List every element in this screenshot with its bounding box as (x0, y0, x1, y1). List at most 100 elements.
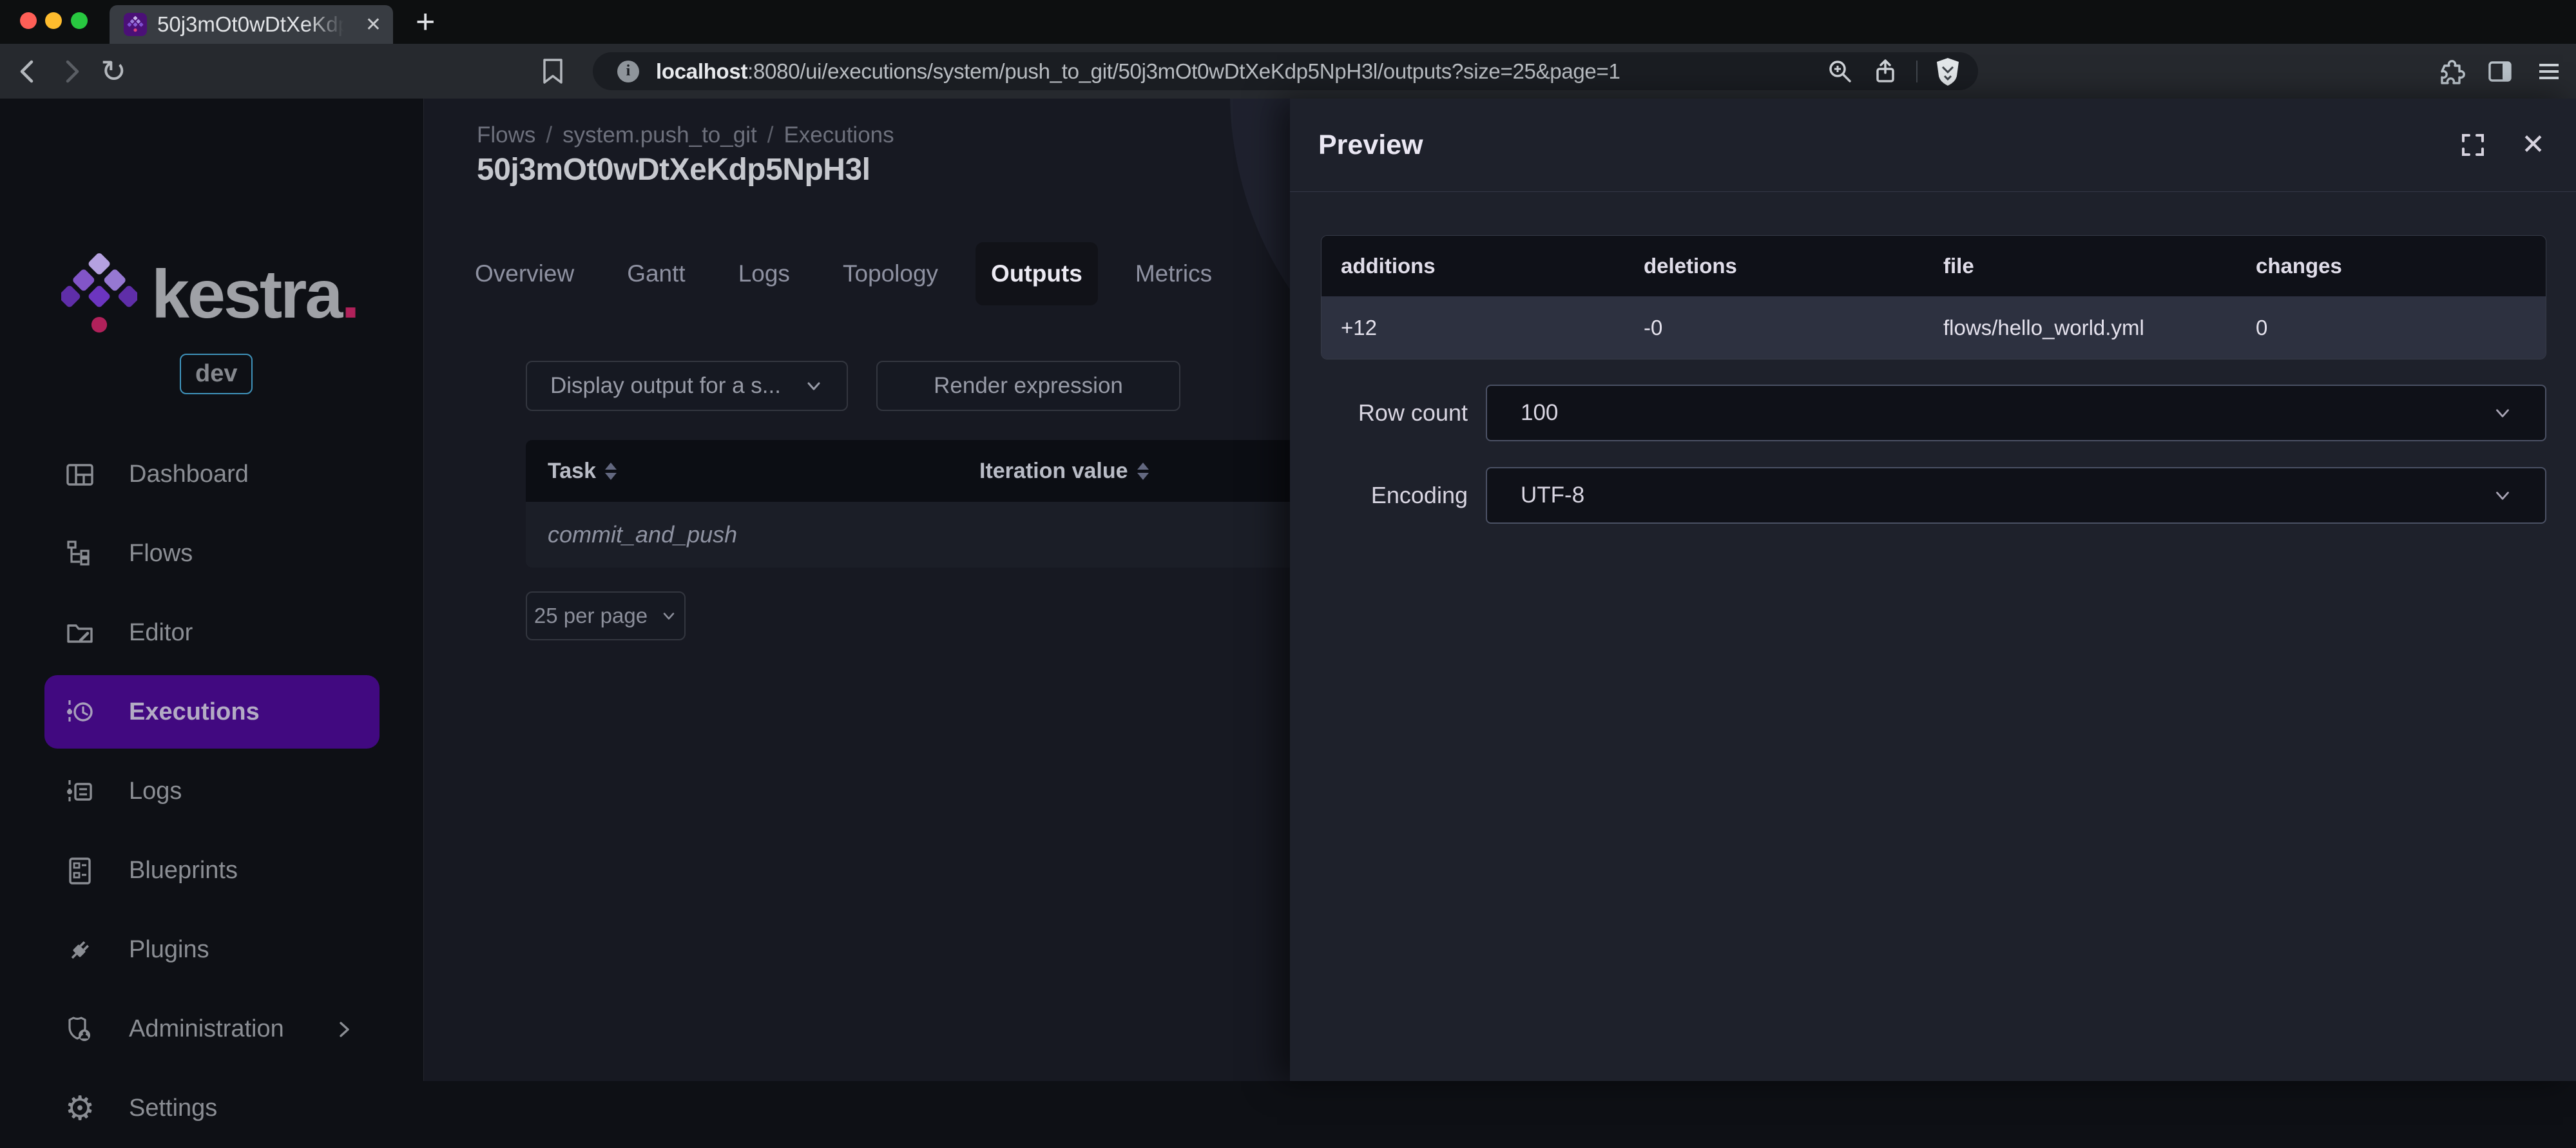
file-tree-icon (63, 537, 97, 571)
sidebar: kestra. dev Dashboard Flows Editor (0, 99, 424, 1081)
brave-shield-icon[interactable] (1934, 57, 1961, 86)
tab-topology[interactable]: Topology (827, 242, 954, 305)
chevron-down-icon (2492, 485, 2513, 506)
browser-tab[interactable]: 50j3mOt0wDtXeKdp5NpH3l | ✕ (110, 5, 393, 44)
column-header-changes: changes (2236, 254, 2546, 278)
url-bar[interactable]: i localhost:8080/ui/executions/system/pu… (593, 52, 1978, 90)
tab-gantt[interactable]: Gantt (611, 242, 701, 305)
row-count-select[interactable]: 100 (1486, 385, 2546, 441)
browser-tab-strip: 50j3mOt0wDtXeKdp5NpH3l | ✕ + (0, 0, 2576, 44)
sidebar-item-label: Plugins (129, 936, 209, 964)
tab-overview[interactable]: Overview (459, 242, 590, 305)
sidebar-item-label: Administration (129, 1015, 284, 1043)
changes-cell: 0 (2236, 316, 2546, 340)
render-expression-label: Render expression (934, 373, 1123, 399)
encoding-value: UTF-8 (1521, 483, 1584, 508)
preview-table: additions deletions file changes +12 -0 … (1321, 235, 2546, 359)
sidebar-item-flows[interactable]: Flows (44, 514, 380, 593)
sidebar-panel-icon[interactable] (2486, 57, 2514, 86)
bookmark-icon[interactable] (533, 44, 572, 99)
window-close-button[interactable] (20, 12, 37, 29)
sidebar-item-label: Executions (129, 698, 260, 726)
breadcrumb-executions[interactable]: Executions (783, 122, 894, 148)
sort-icon[interactable] (605, 463, 617, 480)
environment-badge: dev (180, 354, 253, 394)
window-fullscreen-button[interactable] (71, 12, 88, 29)
deletions-cell: -0 (1624, 316, 1924, 340)
timeline-text-icon (63, 775, 97, 808)
sidebar-item-blueprints[interactable]: Blueprints (44, 831, 380, 910)
preview-table-header: additions deletions file changes (1322, 236, 2546, 296)
breadcrumb-separator: / (767, 122, 774, 148)
render-expression-button[interactable]: Render expression (876, 361, 1180, 411)
preview-title: Preview (1318, 129, 1423, 161)
preview-header: Preview ✕ (1290, 99, 2576, 192)
forward-icon[interactable] (52, 44, 90, 99)
site-info-icon[interactable]: i (617, 61, 639, 82)
fullscreen-icon[interactable] (2458, 130, 2488, 160)
task-cell[interactable]: commit_and_push (548, 521, 737, 548)
breadcrumb: Flows / system.push_to_git / Executions (477, 122, 894, 148)
folder-edit-icon (63, 617, 97, 650)
logo-dot: . (341, 256, 358, 332)
encoding-select[interactable]: UTF-8 (1486, 467, 2546, 524)
extensions-puzzle-icon[interactable] (2436, 57, 2465, 86)
column-header-task[interactable]: Task (548, 459, 979, 484)
power-plug-icon (63, 933, 97, 967)
window-minimize-button[interactable] (45, 12, 62, 29)
url-text: localhost:8080/ui/executions/system/push… (656, 59, 1620, 84)
sidebar-item-executions[interactable]: Executions (44, 675, 380, 749)
file-cell: flows/hello_world.yml (1924, 316, 2236, 340)
tab-outputs[interactable]: Outputs (976, 242, 1098, 305)
sidebar-item-label: Settings (129, 1095, 217, 1122)
close-icon[interactable]: ✕ (2521, 131, 2545, 159)
row-count-field: Row count 100 (1321, 385, 2546, 441)
chevron-down-icon (2492, 403, 2513, 423)
preview-drawer: Preview ✕ additions deletions file chang… (1290, 99, 2576, 1081)
sidebar-item-administration[interactable]: Administration (44, 990, 380, 1069)
sidebar-item-logs[interactable]: Logs (44, 752, 380, 831)
column-header-file: file (1924, 254, 2236, 278)
column-header-deletions: deletions (1624, 254, 1924, 278)
reload-icon[interactable]: ↻ (94, 44, 133, 99)
tab-logs[interactable]: Logs (723, 242, 805, 305)
kestra-logo-mark-icon (61, 253, 137, 338)
browser-tab-title: 50j3mOt0wDtXeKdp5NpH3l | (157, 12, 344, 37)
sidebar-item-label: Logs (129, 778, 182, 805)
display-output-select[interactable]: Display output for a s... (526, 361, 848, 411)
sidebar-item-label: Blueprints (129, 857, 238, 885)
new-tab-button[interactable]: + (416, 0, 435, 44)
sidebar-item-dashboard[interactable]: Dashboard (44, 435, 380, 514)
browser-toolbar: ↻ i localhost:8080/ui/executions/system/… (0, 44, 2576, 99)
column-header-additions: additions (1322, 254, 1624, 278)
zoom-page-icon[interactable] (1826, 57, 1854, 86)
encoding-field: Encoding UTF-8 (1321, 467, 2546, 524)
column-header-iteration-value[interactable]: Iteration value (979, 459, 1149, 484)
gear-icon: ⚙ (63, 1092, 97, 1125)
sidebar-item-plugins[interactable]: Plugins (44, 910, 380, 990)
sidebar-item-settings[interactable]: ⚙ Settings (44, 1069, 380, 1148)
kestra-logo[interactable]: kestra. (61, 253, 358, 338)
execution-tabs: Overview Gantt Logs Topology Outputs Met… (459, 242, 1249, 305)
encoding-label: Encoding (1321, 482, 1486, 509)
sidebar-item-label: Editor (129, 619, 193, 647)
view-dashboard-icon (63, 458, 97, 492)
breadcrumb-separator: / (546, 122, 552, 148)
browser-menu-icon[interactable] (2535, 57, 2563, 86)
chevron-right-icon (334, 990, 354, 1069)
breadcrumb-namespace-flow[interactable]: system.push_to_git (562, 122, 757, 148)
preview-table-row: +12 -0 flows/hello_world.yml 0 (1322, 296, 2546, 359)
sidebar-item-label: Flows (129, 540, 193, 568)
per-page-select[interactable]: 25 per page (526, 591, 686, 640)
sidebar-item-editor[interactable]: Editor (44, 593, 380, 673)
tab-metrics[interactable]: Metrics (1120, 242, 1227, 305)
tab-close-icon[interactable]: ✕ (365, 14, 381, 36)
back-icon[interactable] (9, 44, 48, 99)
kestra-logo-text: kestra. (151, 262, 358, 327)
sort-icon[interactable] (1137, 463, 1149, 480)
breadcrumb-flows[interactable]: Flows (477, 122, 535, 148)
url-host: localhost (656, 59, 747, 83)
timeline-clock-icon (63, 695, 97, 729)
per-page-label: 25 per page (534, 604, 648, 628)
share-icon[interactable] (1871, 57, 1899, 86)
